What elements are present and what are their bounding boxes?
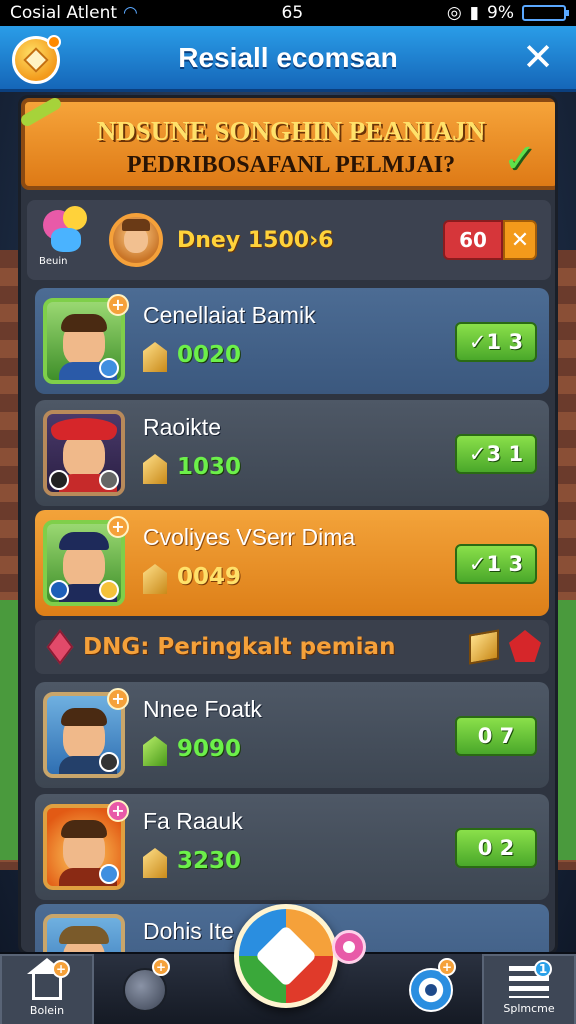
close-button[interactable]: ✕ (518, 38, 558, 78)
player-score: 1030 (177, 454, 242, 480)
my-score-value: 60 (443, 220, 503, 260)
my-rank-label: Dney 1500›6 (177, 227, 334, 253)
nav-target[interactable]: + (384, 954, 478, 1024)
badge-icon (49, 470, 69, 490)
battery-percent: 9% (487, 3, 514, 23)
section-header: DNG: Peringkalt pemian (35, 620, 549, 674)
leaderboard-panel: NDSUNE SONGHIN PEANIAJN PEDRIBOSAFANL PE… (18, 95, 558, 955)
score-button[interactable]: 0 2 (455, 828, 537, 868)
player-avatar (43, 914, 125, 952)
player-row[interactable]: + Cenellaiat Bamik 0020 ✓1 3 (35, 288, 549, 394)
player-avatar: + (43, 294, 129, 384)
gem-icon[interactable] (509, 630, 541, 662)
player-row-highlighted[interactable]: + Cvoliyes VSerr Dima 0049 ✓1 3 (35, 510, 549, 616)
title-banner: NDSUNE SONGHIN PEANIAJN PEDRIBOSAFANL PE… (21, 98, 555, 190)
player-row[interactable]: + Fa Raauk 3230 0 2 (35, 794, 549, 900)
plus-icon: + (107, 688, 129, 710)
player-score: 0020 (177, 342, 242, 368)
plus-badge-icon: + (52, 960, 70, 978)
carrier-name: Cosial Atlent (10, 3, 118, 23)
player-name: Cvoliyes VSerr Dima (143, 524, 356, 550)
signal-icon: ▮ (469, 3, 480, 23)
player-name: Cenellaiat Bamik (143, 302, 316, 328)
score-button[interactable]: 0 7 (455, 716, 537, 756)
coin-icon (99, 358, 119, 378)
badge-icon (49, 580, 69, 600)
nav-settings[interactable]: Splmcme 1 (482, 954, 576, 1024)
coin-icon (99, 470, 119, 490)
nav-home[interactable]: Bolein + (0, 954, 94, 1024)
banner-title: NDSUNE SONGHIN PEANIAJN (96, 116, 486, 146)
banner-subtitle: PEDRIBOSAFANL PELMJAI? (126, 152, 456, 178)
gear-badge-icon[interactable] (332, 930, 366, 964)
status-bar: Cosial Atlent ◠ 65 ◎ ▮ 9% (0, 0, 576, 26)
player-avatar: + (43, 800, 129, 890)
wifi-icon: ◠ (123, 3, 138, 23)
my-avatar[interactable] (109, 213, 163, 267)
plus-icon: + (107, 516, 129, 538)
gem-icon (143, 454, 167, 484)
player-name: Raoikte (143, 414, 221, 440)
my-rank-row: Beuin Dney 1500›6 60 ✕ (27, 200, 551, 280)
player-score: 9090 (177, 736, 242, 762)
ruby-icon (46, 629, 74, 665)
player-avatar: + (43, 516, 129, 606)
claim-button[interactable]: ✓3 1 (455, 434, 537, 474)
player-name: Nnee Foatk (143, 696, 262, 722)
notification-badge-icon: 1 (534, 960, 552, 978)
chest-icon[interactable] (469, 629, 499, 665)
nav-home-label: Bolein (29, 1003, 65, 1017)
gem-icon (143, 848, 167, 878)
coin-icon (99, 864, 119, 884)
player-avatar (43, 410, 125, 496)
coin-icon (99, 752, 119, 772)
coin-icon (99, 580, 119, 600)
gem-icon (143, 564, 167, 594)
claim-button[interactable]: ✓1 3 (455, 544, 537, 584)
player-score: 0049 (177, 564, 242, 590)
player-row[interactable]: + Nnee Foatk 9090 0 7 (35, 682, 549, 788)
clock: 65 (281, 3, 304, 23)
plus-badge-icon: + (438, 958, 456, 976)
checkmark-icon: ✓ (503, 136, 537, 182)
claim-button[interactable]: ✓1 3 (455, 322, 537, 362)
nav-shop[interactable]: + (98, 954, 192, 1024)
x-icon[interactable]: ✕ (503, 220, 537, 260)
player-score: 3230 (177, 848, 242, 874)
header-bar: Resiall ecomsan ✕ (0, 26, 576, 92)
nav-settings-label: Splmcme (503, 1001, 555, 1015)
play-button[interactable] (234, 904, 338, 1008)
alarm-icon: ◎ (446, 3, 462, 23)
gem-icon (143, 342, 167, 372)
page-title: Resiall ecomsan (178, 41, 398, 73)
game-logo-icon: Beuin (37, 206, 97, 274)
my-score-group[interactable]: 60 ✕ (443, 220, 537, 260)
currency-badge-icon[interactable] (12, 35, 61, 84)
section-label: DNG: Peringkalt pemian (83, 634, 396, 660)
player-name: Fa Raauk (143, 808, 243, 834)
player-row[interactable]: Raoikte 1030 ✓3 1 (35, 400, 549, 506)
player-name: Dohis Ite (143, 918, 234, 944)
player-avatar: + (43, 688, 129, 778)
plus-icon: + (107, 800, 129, 822)
gem-icon (143, 736, 167, 766)
plus-icon: + (107, 294, 129, 316)
plus-badge-icon: + (152, 958, 170, 976)
battery-icon (522, 5, 569, 21)
logo-label: Beuin (39, 256, 68, 267)
